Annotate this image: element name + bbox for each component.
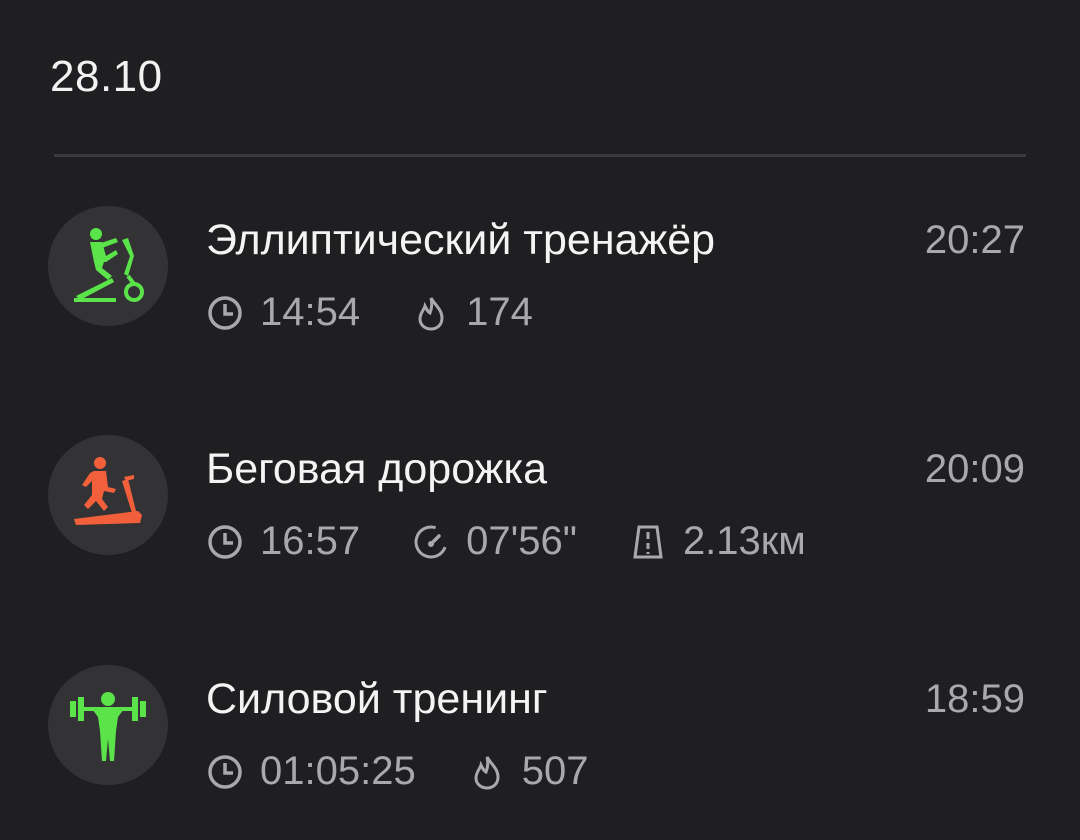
workout-item-treadmill[interactable]: Беговая дорожка 20:09 16:57 07'56" 2.13к…: [0, 435, 1080, 585]
speedometer-icon: [414, 525, 448, 558]
calories-stat: 507: [468, 749, 589, 794]
pace-stat: 07'56": [412, 519, 577, 564]
duration-stat: 14:54: [206, 290, 360, 335]
road-icon: [633, 525, 663, 558]
date-header: 28.10: [50, 52, 163, 101]
distance-stat: 2.13км: [629, 519, 806, 564]
workout-avatar: [48, 206, 168, 326]
distance-value: 2.13км: [682, 519, 806, 563]
workout-title: Беговая дорожка: [206, 445, 548, 493]
duration-value: 16:57: [260, 519, 361, 563]
workout-stats: 16:57 07'56" 2.13км: [206, 519, 858, 564]
workout-avatar: [48, 435, 168, 555]
workout-stats: 14:54 174: [206, 290, 585, 335]
calories-stat: 174: [412, 290, 533, 335]
workout-start-time: 18:59: [924, 677, 1025, 721]
workout-start-time: 20:27: [924, 218, 1025, 262]
elliptical-trainer-icon: [74, 228, 144, 302]
workout-item-strength[interactable]: Силовой тренинг 18:59 01:05:25 507: [0, 665, 1080, 815]
workout-stats: 01:05:25 507: [206, 749, 640, 794]
flame-icon: [418, 296, 444, 331]
calories-value: 174: [466, 290, 533, 334]
pace-value: 07'56": [466, 519, 577, 563]
workout-item-elliptical[interactable]: Эллиптический тренажёр 20:27 14:54 174: [0, 206, 1080, 356]
duration-stat: 16:57: [206, 519, 360, 564]
treadmill-icon: [74, 457, 142, 525]
duration-value: 01:05:25: [260, 749, 416, 793]
workout-title: Силовой тренинг: [206, 675, 548, 723]
clock-icon: [208, 524, 242, 559]
workout-start-time: 20:09: [924, 447, 1025, 491]
strength-training-icon: [70, 692, 146, 761]
duration-stat: 01:05:25: [206, 749, 416, 794]
clock-icon: [208, 754, 242, 789]
workout-avatar: [48, 665, 168, 785]
duration-value: 14:54: [260, 290, 361, 334]
clock-icon: [208, 295, 242, 330]
divider: [54, 154, 1026, 157]
workout-title: Эллиптический тренажёр: [206, 216, 716, 264]
calories-value: 507: [521, 749, 589, 793]
flame-icon: [474, 755, 500, 790]
